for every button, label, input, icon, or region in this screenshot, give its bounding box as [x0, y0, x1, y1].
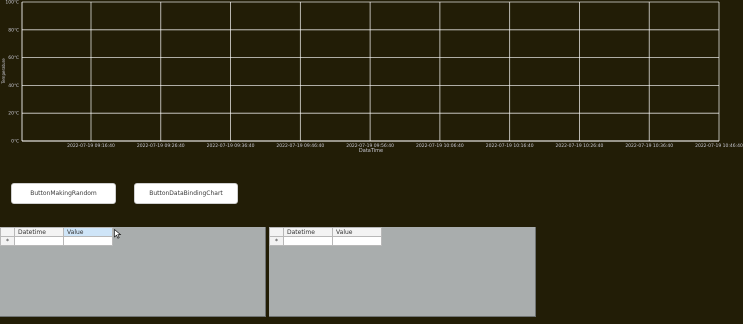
x-tick-label: 2022-07-19 09:16:40 — [67, 143, 115, 149]
button-making-random[interactable]: ButtonMakingRandom — [11, 183, 116, 204]
x-tick-label: 2022-07-19 09:36:40 — [207, 143, 255, 149]
header-row: Datetime Value — [269, 227, 382, 237]
x-tick-label: 2022-07-19 09:26:40 — [137, 143, 185, 149]
x-tick-label: 2022-07-19 10:26:40 — [556, 143, 604, 149]
cell-datetime[interactable] — [14, 236, 64, 246]
cell-value[interactable] — [63, 236, 113, 246]
new-row[interactable]: * — [0, 236, 113, 246]
x-tick-label: 2022-07-19 09:46:40 — [276, 143, 324, 149]
x-axis-ticks: 2022-07-19 09:16:40 2022-07-19 09:26:40 20… — [67, 143, 743, 149]
column-header-value[interactable]: Value — [63, 227, 113, 237]
header-row: Datetime Value — [0, 227, 113, 237]
temperature-chart: 100℃80℃60℃40℃20℃0℃ 2022-07-19 09:16:40 20… — [1, 0, 743, 154]
y-tick-label: 60℃ — [8, 55, 19, 61]
y-tick-label: 20℃ — [8, 111, 19, 117]
data-grid-right[interactable]: Datetime Value * — [269, 227, 536, 317]
x-tick-label: 2022-07-19 10:06:40 — [416, 143, 464, 149]
x-tick-label: 2022-07-19 10:46:40 — [695, 143, 743, 149]
column-header-datetime[interactable]: Datetime — [14, 227, 64, 237]
new-row[interactable]: * — [269, 236, 382, 246]
column-header-value[interactable]: Value — [332, 227, 382, 237]
data-grid-left-table[interactable]: Datetime Value * — [0, 227, 113, 246]
new-row-marker: * — [269, 236, 284, 246]
y-tick-label: 80℃ — [8, 27, 19, 33]
data-grid-left[interactable]: Datetime Value * — [0, 227, 266, 317]
column-header-datetime[interactable]: Datetime — [283, 227, 333, 237]
chart-gridlines — [21, 1, 720, 142]
y-tick-label: 40℃ — [8, 83, 19, 89]
row-header-corner — [0, 227, 15, 237]
x-tick-label: 2022-07-19 10:16:40 — [486, 143, 534, 149]
y-axis-label: Temperature — [1, 58, 6, 85]
new-row-marker: * — [0, 236, 15, 246]
x-tick-label: 2022-07-19 10:36:40 — [625, 143, 673, 149]
y-tick-label: 100℃ — [5, 0, 19, 6]
row-header-corner — [269, 227, 284, 237]
y-tick-label: 0℃ — [11, 139, 19, 145]
mouse-pointer-icon — [114, 229, 122, 239]
data-grid-right-table[interactable]: Datetime Value * — [269, 227, 382, 246]
cell-datetime[interactable] — [283, 236, 333, 246]
button-databinding-chart[interactable]: ButtonDataBindingChart — [134, 183, 238, 204]
cell-value[interactable] — [332, 236, 382, 246]
x-axis-label: DataTime — [359, 148, 383, 154]
y-axis-ticks: 100℃ 80℃ 60℃ 40℃ 20℃ 0℃ — [5, 0, 19, 145]
